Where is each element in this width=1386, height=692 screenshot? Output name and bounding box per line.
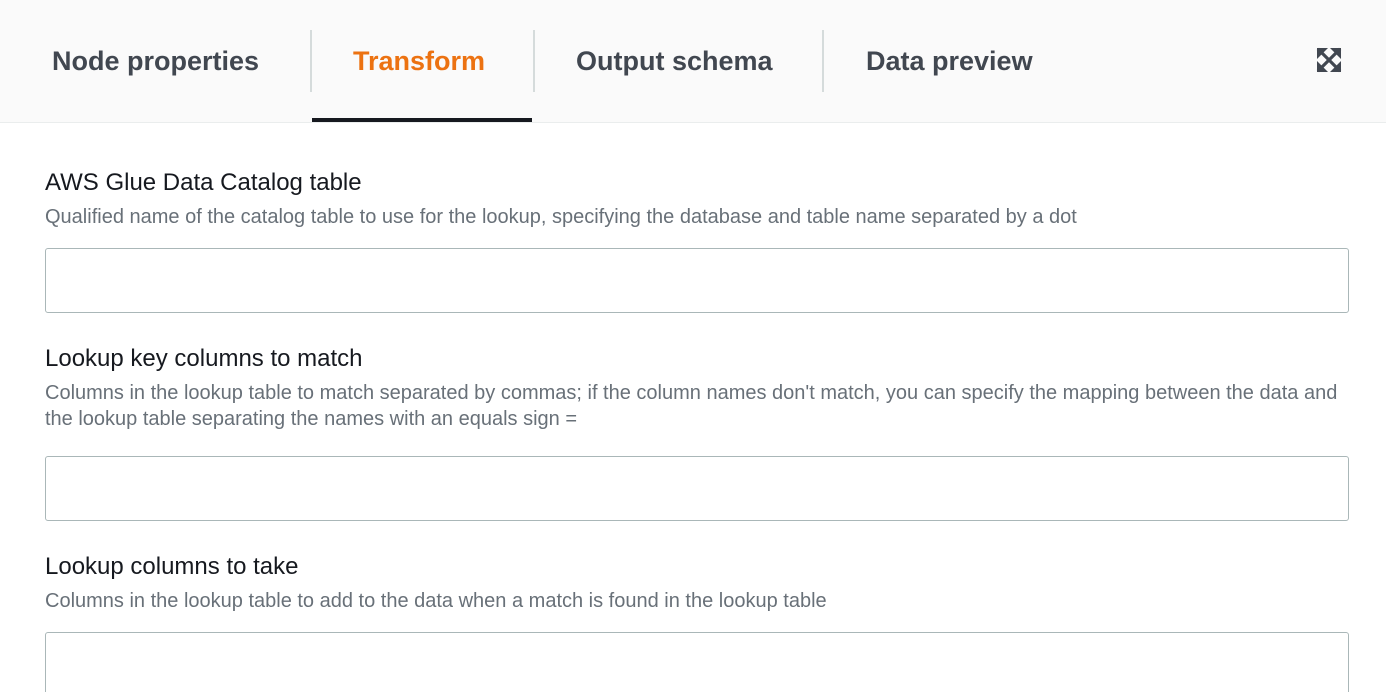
- tab-transform[interactable]: Transform: [353, 0, 485, 122]
- tab-data-preview[interactable]: Data preview: [866, 0, 1033, 122]
- tab-label: Output schema: [576, 45, 773, 76]
- node-details-panel: Node properties Transform Output schema …: [0, 0, 1386, 692]
- lookup-key-columns-field: Lookup key columns to match Columns in t…: [45, 344, 1349, 521]
- lookup-columns-to-take-field: Lookup columns to take Columns in the lo…: [45, 552, 1349, 692]
- field-label: Lookup columns to take: [45, 553, 299, 580]
- tab-node-properties[interactable]: Node properties: [52, 0, 259, 122]
- active-tab-indicator: [312, 118, 532, 122]
- tab-bar: Node properties Transform Output schema …: [0, 0, 1386, 123]
- expand-button[interactable]: [1316, 47, 1342, 73]
- tab-divider: [822, 30, 824, 92]
- field-label: AWS Glue Data Catalog table: [45, 169, 362, 196]
- tab-label: Transform: [353, 45, 486, 76]
- catalog-table-input[interactable]: [45, 248, 1349, 313]
- catalog-table-field: AWS Glue Data Catalog table Qualified na…: [45, 168, 1349, 313]
- expand-icon: [1316, 47, 1342, 73]
- field-description: Columns in the lookup table to add to th…: [45, 590, 827, 612]
- field-description: Qualified name of the catalog table to u…: [45, 206, 1077, 228]
- field-description: Columns in the lookup table to match sep…: [45, 382, 1338, 430]
- lookup-key-columns-input[interactable]: [45, 456, 1349, 521]
- tab-label: Node properties: [52, 45, 260, 76]
- field-label: Lookup key columns to match: [45, 345, 363, 372]
- tab-divider: [310, 30, 312, 92]
- tab-divider: [533, 30, 535, 92]
- tab-output-schema[interactable]: Output schema: [576, 0, 773, 122]
- tab-label: Data preview: [866, 45, 1033, 76]
- lookup-columns-to-take-input[interactable]: [45, 632, 1349, 692]
